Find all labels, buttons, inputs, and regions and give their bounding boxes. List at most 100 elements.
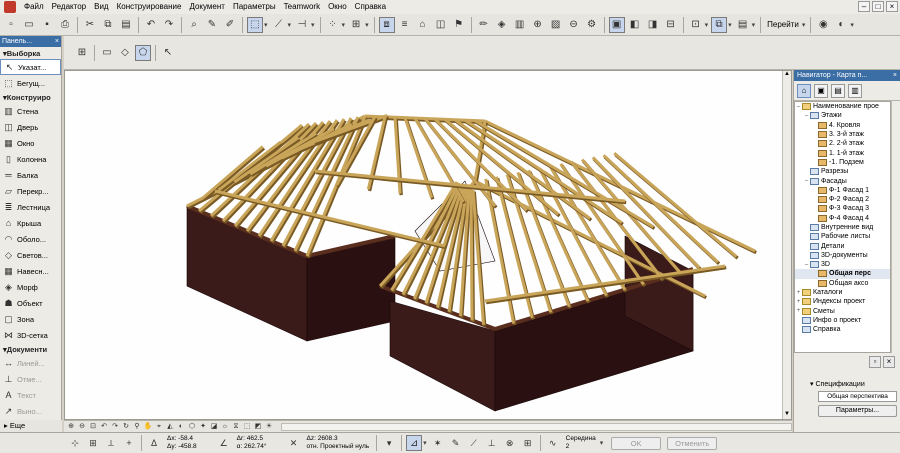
section-icon[interactable]: ◨ xyxy=(645,17,661,33)
scroll-down-icon[interactable]: ▼ xyxy=(783,411,791,419)
vertical-scrollbar[interactable]: ▲ ▼ xyxy=(782,71,791,419)
perspective-icon[interactable]: ◭ xyxy=(165,422,175,432)
pen-set-icon[interactable]: ✏ xyxy=(476,17,492,33)
previous-zoom-icon[interactable]: ↶ xyxy=(99,422,109,432)
tree-item[interactable]: – Этажи xyxy=(795,111,890,120)
close-icon[interactable]: × xyxy=(893,70,900,81)
tree-item[interactable]: -1. Подзем xyxy=(795,158,890,167)
delta-polar[interactable]: Δr: 462.5 α: 262.74° xyxy=(237,435,267,451)
ok-button[interactable]: OK xyxy=(611,436,662,450)
menu-item[interactable]: Teamwork xyxy=(280,0,324,14)
new-view-icon[interactable]: ▫ xyxy=(869,356,881,368)
pan-icon[interactable]: ✋ xyxy=(143,422,153,432)
wireframe-icon[interactable]: ⬡ xyxy=(187,422,197,432)
tree-item[interactable]: Ф-3 Фасад 3 xyxy=(795,204,890,213)
tool-object[interactable]: ☗ Объект xyxy=(0,295,61,311)
project-map-tab-icon[interactable]: ⌂ xyxy=(797,83,811,98)
collapse-icon[interactable]: – xyxy=(795,104,802,110)
tree-item[interactable]: + Индексы проект xyxy=(795,297,890,306)
lock-icon[interactable]: ▾ xyxy=(382,436,396,450)
ruler-icon[interactable]: ⟂ xyxy=(104,436,118,450)
suspend-groups-icon[interactable]: ⧈ xyxy=(378,16,395,33)
snap-icon[interactable]: ⊣ xyxy=(294,17,310,33)
menu-item[interactable]: Параметры xyxy=(229,0,280,14)
tree-item[interactable]: + Каталоги xyxy=(795,288,890,297)
grid-snap-icon[interactable]: ⊞ xyxy=(521,436,535,450)
tree-item[interactable]: Ф-2 Фасад 2 xyxy=(795,195,890,204)
redo-icon[interactable]: ↷ xyxy=(161,17,177,33)
tree-item[interactable]: Общая перс xyxy=(795,269,890,279)
render-icon[interactable]: ✦ xyxy=(198,422,208,432)
pointer-mode-icon[interactable]: ↖ xyxy=(160,45,176,61)
relative-construction-icon[interactable]: ⊿ xyxy=(406,435,423,451)
tool-level-dimension[interactable]: ⊥ Отме... xyxy=(0,371,61,387)
tool-curtain-wall[interactable]: ▦ Навесн... xyxy=(0,263,61,279)
tool-shell[interactable]: ◠ Оболо... xyxy=(0,231,61,247)
menu-item[interactable]: Конструирование xyxy=(113,0,186,14)
tool-beam[interactable]: ═ Балка xyxy=(0,167,61,183)
snap-division[interactable]: Середина 2 xyxy=(566,435,596,451)
tree-item[interactable]: 1. 1-й этаж xyxy=(795,148,890,157)
undo-icon[interactable]: ↶ xyxy=(143,17,159,33)
tree-item[interactable]: 3. 3-й этаж xyxy=(795,130,890,139)
tool-arrow-pointer[interactable]: ↖ Указат... xyxy=(0,59,61,75)
copy-icon[interactable]: ⧉ xyxy=(100,17,116,33)
expand-icon[interactable]: + xyxy=(795,299,802,305)
tree-item[interactable]: 4. Кровля xyxy=(795,121,890,130)
spec-section[interactable]: ▾ Спецификации xyxy=(794,380,900,388)
navigator-scrollbar[interactable] xyxy=(891,101,900,353)
chevron-down-icon[interactable]: ▾ xyxy=(342,21,346,29)
toolbox-section-header[interactable]: ▾ Конструиро xyxy=(0,91,61,103)
fit-in-window-icon[interactable]: ⊡ xyxy=(88,422,98,432)
tree-item[interactable]: Детали xyxy=(795,241,890,250)
scroll-up-icon[interactable]: ▲ xyxy=(783,71,791,79)
tool-dimension[interactable]: ↔ Линей... xyxy=(0,355,61,371)
close-icon[interactable]: × xyxy=(55,36,61,47)
intersection-icon[interactable]: ⊗ xyxy=(503,436,517,450)
tool-skylight[interactable]: ◇ Светов... xyxy=(0,247,61,263)
partial-structure-icon[interactable]: ▥ xyxy=(512,17,528,33)
tool-column[interactable]: ▯ Колонна xyxy=(0,151,61,167)
menu-item[interactable]: Документ xyxy=(185,0,229,14)
marquee-3d-icon[interactable]: ⬚ xyxy=(242,422,252,432)
menu-item[interactable]: Справка xyxy=(351,0,390,14)
guide-lines-icon[interactable]: ⟋ xyxy=(271,17,287,33)
save-icon[interactable]: ▪ xyxy=(39,17,55,33)
expand-icon[interactable]: + xyxy=(795,308,802,314)
chevron-down-icon[interactable]: ▾ xyxy=(850,21,854,29)
tool-stair[interactable]: ≣ Лестница xyxy=(0,199,61,215)
print-icon[interactable]: ⎙ xyxy=(57,17,73,33)
3d-viewport[interactable]: ▲ ▼ xyxy=(64,70,792,420)
view-name-field[interactable]: Общая перспектива xyxy=(818,391,897,402)
structure-icon[interactable]: ⌂ xyxy=(415,17,431,33)
tree-item[interactable]: Ф-4 Фасад 4 xyxy=(795,214,890,223)
tool-mesh[interactable]: ⋈ 3D-сетка xyxy=(0,327,61,343)
shading-icon[interactable]: ◐ xyxy=(176,422,186,432)
tree-item[interactable]: Ф-1 Фасад 1 xyxy=(795,186,890,195)
perpendicular-icon[interactable]: ⊥ xyxy=(485,436,499,450)
sun-icon[interactable]: ☀ xyxy=(264,422,274,432)
minimize-icon[interactable]: – xyxy=(858,1,870,12)
polygon-select-icon[interactable]: ⬠ xyxy=(135,44,151,61)
close-icon[interactable]: × xyxy=(886,1,898,12)
snap-guide-icon[interactable]: ⊹ xyxy=(68,436,82,450)
cut-icon[interactable]: ✂ xyxy=(82,17,98,33)
cancel-button[interactable]: Отменить xyxy=(667,436,718,450)
grid-snap-icon[interactable]: ⁘ xyxy=(325,17,341,33)
new-file-icon[interactable]: ▫ xyxy=(3,17,19,33)
paste-icon[interactable]: ▤ xyxy=(118,17,134,33)
section-3d-icon[interactable]: ◩ xyxy=(253,422,263,432)
tree-item[interactable]: Общая аксо xyxy=(795,279,890,288)
tool-window[interactable]: ▦ Окно xyxy=(0,135,61,151)
chevron-down-icon[interactable]: ▾ xyxy=(728,21,732,29)
selection-mode-icon[interactable]: ⬚ xyxy=(247,16,263,33)
chevron-down-icon[interactable]: ▾ xyxy=(311,21,315,29)
tree-item[interactable]: – Фасады xyxy=(795,176,890,185)
tree-item[interactable]: – 3D xyxy=(795,260,890,269)
zoom-icon[interactable]: ⊕ xyxy=(530,17,546,33)
floor-plan-icon[interactable]: ◧ xyxy=(627,17,643,33)
tool-wall[interactable]: ▥ Стена xyxy=(0,103,61,119)
delta-z[interactable]: Δz: 2608.3 отн. Проектный нуль xyxy=(307,435,370,451)
layout-icon[interactable]: ⊡ xyxy=(688,17,704,33)
tool-text[interactable]: A Текст xyxy=(0,387,61,403)
